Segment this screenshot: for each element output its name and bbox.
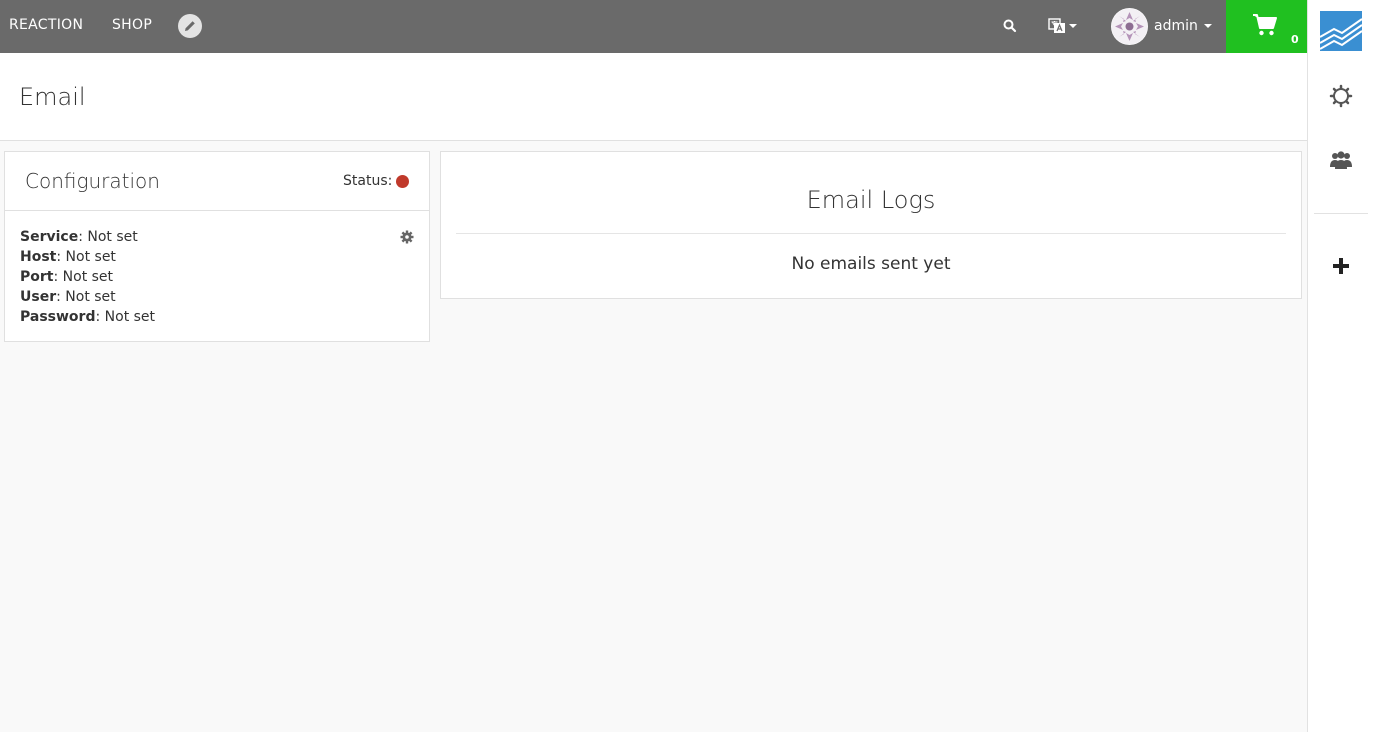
page-header: Email [0,53,1307,141]
config-value: Not set [65,289,116,305]
shop-link[interactable]: SHOP [112,17,152,33]
avatar [1111,8,1148,45]
empty-logs-message: No emails sent yet [791,254,951,274]
status-label: Status: [343,173,393,189]
page-title: Email [19,83,86,111]
cart-count-badge: 0 [1291,33,1299,46]
status-indicator [396,175,409,188]
configure-email-button[interactable] [400,229,414,244]
email-logs-title: Email Logs [806,186,936,214]
chevron-down-icon [1069,24,1077,28]
edit-mode-button[interactable] [178,14,202,38]
config-row-password: Password: Not set [20,309,156,325]
configuration-panel: Configuration Status: Service: Not set H… [4,151,430,342]
config-row-user: User: Not set [20,289,116,305]
configuration-header: Configuration Status: [5,152,429,211]
chevron-down-icon [1204,24,1212,28]
admin-sidebar [1307,0,1373,732]
logs-divider [456,233,1286,234]
language-icon [1048,18,1065,33]
config-value: Not set [65,249,116,265]
gear-icon [400,230,414,244]
configuration-details: Service: Not set Host: Not set Port: Not… [20,227,155,327]
language-dropdown[interactable] [1048,16,1080,36]
plus-icon[interactable] [1329,254,1353,278]
config-value: Not set [62,269,114,285]
config-row-port: Port: Not set [20,269,114,285]
config-row-host: Host: Not set [20,249,116,265]
sidebar-divider [1314,213,1368,214]
config-value: Not set [104,309,156,325]
search-icon [1003,19,1017,33]
config-row-service: Service: Not set [20,229,138,245]
cart-icon [1253,14,1277,36]
settings-icon[interactable] [1329,84,1353,108]
brand-link[interactable]: REACTION [9,17,83,33]
reaction-logo[interactable] [1320,11,1362,51]
config-value: Not set [87,229,138,245]
pencil-icon [185,21,195,31]
username-label: admin [1154,18,1198,34]
top-navbar: REACTION SHOP admin 0 [0,0,1307,53]
email-logs-panel: Email Logs No emails sent yet [440,151,1302,299]
users-icon[interactable] [1329,148,1353,172]
cart-button[interactable]: 0 [1226,0,1307,53]
search-button[interactable] [1002,18,1018,34]
configuration-title: Configuration [25,169,160,193]
